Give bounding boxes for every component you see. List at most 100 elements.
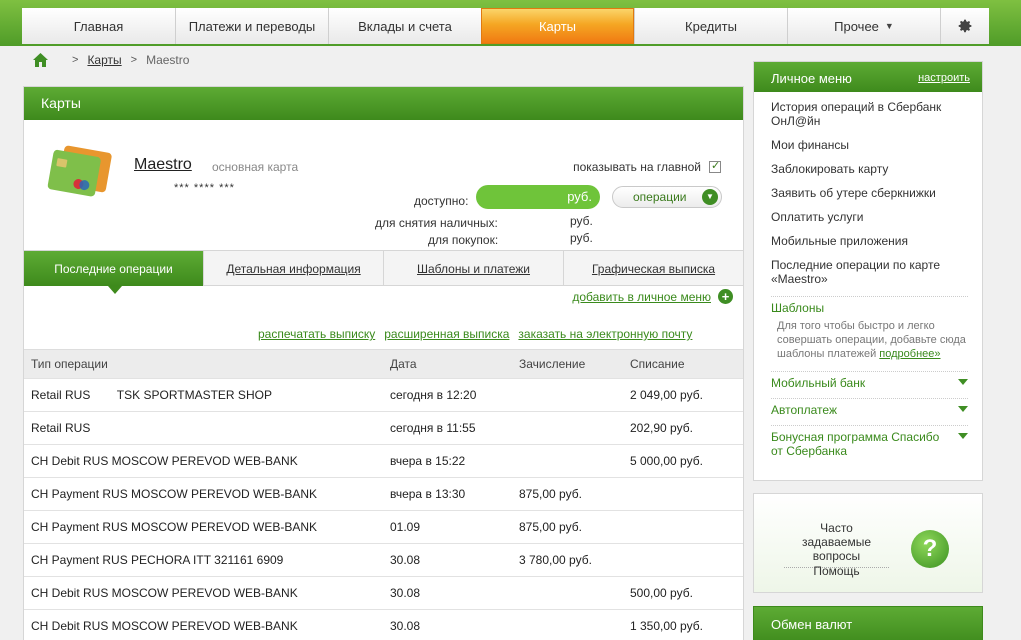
available-balance: руб. xyxy=(476,185,600,209)
menu-item-history[interactable]: История операций в Сбербанк ОнЛ@йн xyxy=(771,100,968,128)
operations-label: операции xyxy=(633,190,687,204)
tab-templates-payments[interactable]: Шаблоны и платежи xyxy=(383,251,563,286)
tab-other[interactable]: Прочее ▼ xyxy=(787,8,940,44)
operation-debit: 500,00 руб. xyxy=(630,586,693,600)
table-row[interactable]: CH Payment RUS MOSCOW PEREVOD WEB-BANK 0… xyxy=(24,510,743,543)
show-on-main-checkbox[interactable] xyxy=(709,159,721,173)
tab-credits[interactable]: Кредиты xyxy=(634,8,787,44)
faq-title[interactable]: Часто задаваемые вопросы xyxy=(784,521,889,568)
table-row[interactable]: Retail RUS сегодня в 11:55 202,90 руб. xyxy=(24,411,743,444)
operation-type: Retail RUS xyxy=(31,421,91,435)
operation-date: сегодня в 12:20 xyxy=(390,388,477,402)
personal-menu: Личное меню настроить История операций в… xyxy=(753,61,983,481)
settings-button[interactable] xyxy=(940,8,989,44)
operation-date: сегодня в 11:55 xyxy=(390,421,476,435)
card-info: Maestro основная карта *** **** *** пока… xyxy=(24,120,743,250)
tab-payments[interactable]: Платежи и переводы xyxy=(175,8,328,44)
tab-recent-operations[interactable]: Последние операции xyxy=(24,251,203,294)
panel-title: Карты xyxy=(24,87,743,120)
print-statement-link[interactable]: распечатать выписку xyxy=(258,327,375,341)
operation-date: 30.08 xyxy=(390,586,421,600)
configure-link[interactable]: настроить xyxy=(918,72,970,84)
card-number: *** **** *** xyxy=(174,182,235,194)
operation-date: вчера в 13:30 xyxy=(390,487,466,501)
expander-label: Мобильный банк xyxy=(771,376,866,390)
tab-label: Карты xyxy=(538,18,577,34)
operations-button[interactable]: операции ▼ xyxy=(612,186,722,208)
menu-item-pay-services[interactable]: Оплатить услуги xyxy=(771,210,968,224)
operation-type: CH Debit RUS MOSCOW PEREVOD WEB-BANK xyxy=(31,454,298,468)
table-row[interactable]: CH Debit RUS MOSCOW PEREVOD WEB-BANK 30.… xyxy=(24,576,743,609)
faq-box[interactable]: Часто задаваемые вопросы Помощь ? xyxy=(753,493,983,593)
breadcrumb-separator: > xyxy=(130,54,138,66)
email-statement-link[interactable]: заказать на электронную почту xyxy=(518,327,692,341)
available-label: доступно: xyxy=(414,194,469,208)
purchase-limit-label: для покупок: xyxy=(428,233,499,247)
operations-table: Тип операции Дата Зачисление Списание Re… xyxy=(24,349,743,640)
top-bar: Главная Платежи и переводы Вклады и счет… xyxy=(0,0,1021,46)
tab-detailed-info[interactable]: Детальная информация xyxy=(203,251,383,286)
expander-autopay[interactable]: Автоплатеж xyxy=(771,398,968,425)
operation-debit: 1 350,00 руб. xyxy=(630,619,703,633)
operation-type: CH Debit RUS MOSCOW PEREVOD WEB-BANK xyxy=(31,619,298,633)
operation-debit: 2 049,00 руб. xyxy=(630,388,703,402)
cash-limit-label: для снятия наличных: xyxy=(375,216,498,230)
operation-date: 30.08 xyxy=(390,553,421,567)
operation-date: 30.08 xyxy=(390,619,421,633)
operation-type: Retail RUS TSK SPORTMASTER SHOP xyxy=(31,388,272,402)
help-link[interactable]: Помощь xyxy=(784,564,889,578)
tab-graphic-statement[interactable]: Графическая выписка xyxy=(563,251,743,286)
table-header: Тип операции Дата Зачисление Списание xyxy=(24,349,743,378)
templates-heading[interactable]: Шаблоны xyxy=(771,296,968,315)
chevron-down-icon xyxy=(958,433,968,439)
personal-menu-header: Личное меню настроить xyxy=(754,62,982,92)
add-to-personal-menu-link[interactable]: добавить в личное меню xyxy=(572,290,711,304)
expander-bonus-program[interactable]: Бонусная программа Спасибо от Сбербанка xyxy=(771,425,968,458)
column-header: Тип операции xyxy=(31,357,108,371)
dropdown-arrow-icon: ▼ xyxy=(702,189,718,205)
show-on-main-label: показывать на главной xyxy=(573,160,701,174)
table-row[interactable]: CH Debit RUS MOSCOW PEREVOD WEB-BANK 30.… xyxy=(24,609,743,640)
tab-deposits[interactable]: Вклады и счета xyxy=(328,8,481,44)
templates-more-link[interactable]: подробнее» xyxy=(879,348,940,360)
operation-credit: 875,00 руб. xyxy=(519,487,582,501)
column-header: Списание xyxy=(630,357,685,371)
tab-label: Главная xyxy=(73,18,124,34)
tab-label: Вклады и счета xyxy=(358,18,452,34)
card-image xyxy=(47,145,112,197)
table-row[interactable]: Retail RUS TSK SPORTMASTER SHOP сегодня … xyxy=(24,378,743,411)
breadcrumb-cards-link[interactable]: Карты xyxy=(87,53,121,67)
chevron-down-icon xyxy=(958,406,968,412)
extended-statement-link[interactable]: расширенная выписка xyxy=(384,327,509,341)
expander-label: Автоплатеж xyxy=(771,403,837,417)
plus-icon[interactable]: + xyxy=(718,289,733,304)
tab-cards[interactable]: Карты xyxy=(481,8,634,44)
cards-panel: Карты Maestro основная карта *** **** **… xyxy=(23,86,744,640)
show-on-main-toggle[interactable]: показывать на главной xyxy=(573,159,721,174)
breadcrumb-separator: > xyxy=(72,54,79,66)
operation-date: вчера в 15:22 xyxy=(390,454,466,468)
home-icon[interactable] xyxy=(33,53,48,67)
table-row[interactable]: CH Payment RUS MOSCOW PEREVOD WEB-BANK в… xyxy=(24,477,743,510)
menu-item-report-loss[interactable]: Заявить об утере сберкнижки xyxy=(771,186,968,200)
breadcrumb: > Карты > Maestro xyxy=(33,53,189,67)
expander-label: Бонусная программа Спасибо от Сбербанка xyxy=(771,430,940,458)
card-name-link[interactable]: Maestro xyxy=(134,156,192,174)
card-type-label: основная карта xyxy=(212,160,299,174)
expander-mobile-bank[interactable]: Мобильный банк xyxy=(771,371,968,398)
question-icon[interactable]: ? xyxy=(911,530,949,568)
operation-type: CH Payment RUS PECHORA ITT 321161 6909 xyxy=(31,553,284,567)
table-row[interactable]: CH Payment RUS PECHORA ITT 321161 6909 3… xyxy=(24,543,743,576)
menu-item-card-operations[interactable]: Последние операции по карте «Maestro» xyxy=(771,258,968,286)
tab-home[interactable]: Главная xyxy=(22,8,175,44)
menu-item-block-card[interactable]: Заблокировать карту xyxy=(771,162,968,176)
menu-item-mobile-apps[interactable]: Мобильные приложения xyxy=(771,234,968,248)
tab-label: Платежи и переводы xyxy=(188,18,316,34)
cash-limit-value: руб. xyxy=(570,214,593,228)
menu-item-finances[interactable]: Мои финансы xyxy=(771,138,968,152)
column-header: Зачисление xyxy=(519,357,586,371)
operation-type: CH Debit RUS MOSCOW PEREVOD WEB-BANK xyxy=(31,586,298,600)
chevron-down-icon xyxy=(958,379,968,385)
operation-type: CH Payment RUS MOSCOW PEREVOD WEB-BANK xyxy=(31,520,318,534)
table-row[interactable]: CH Debit RUS MOSCOW PEREVOD WEB-BANK вче… xyxy=(24,444,743,477)
